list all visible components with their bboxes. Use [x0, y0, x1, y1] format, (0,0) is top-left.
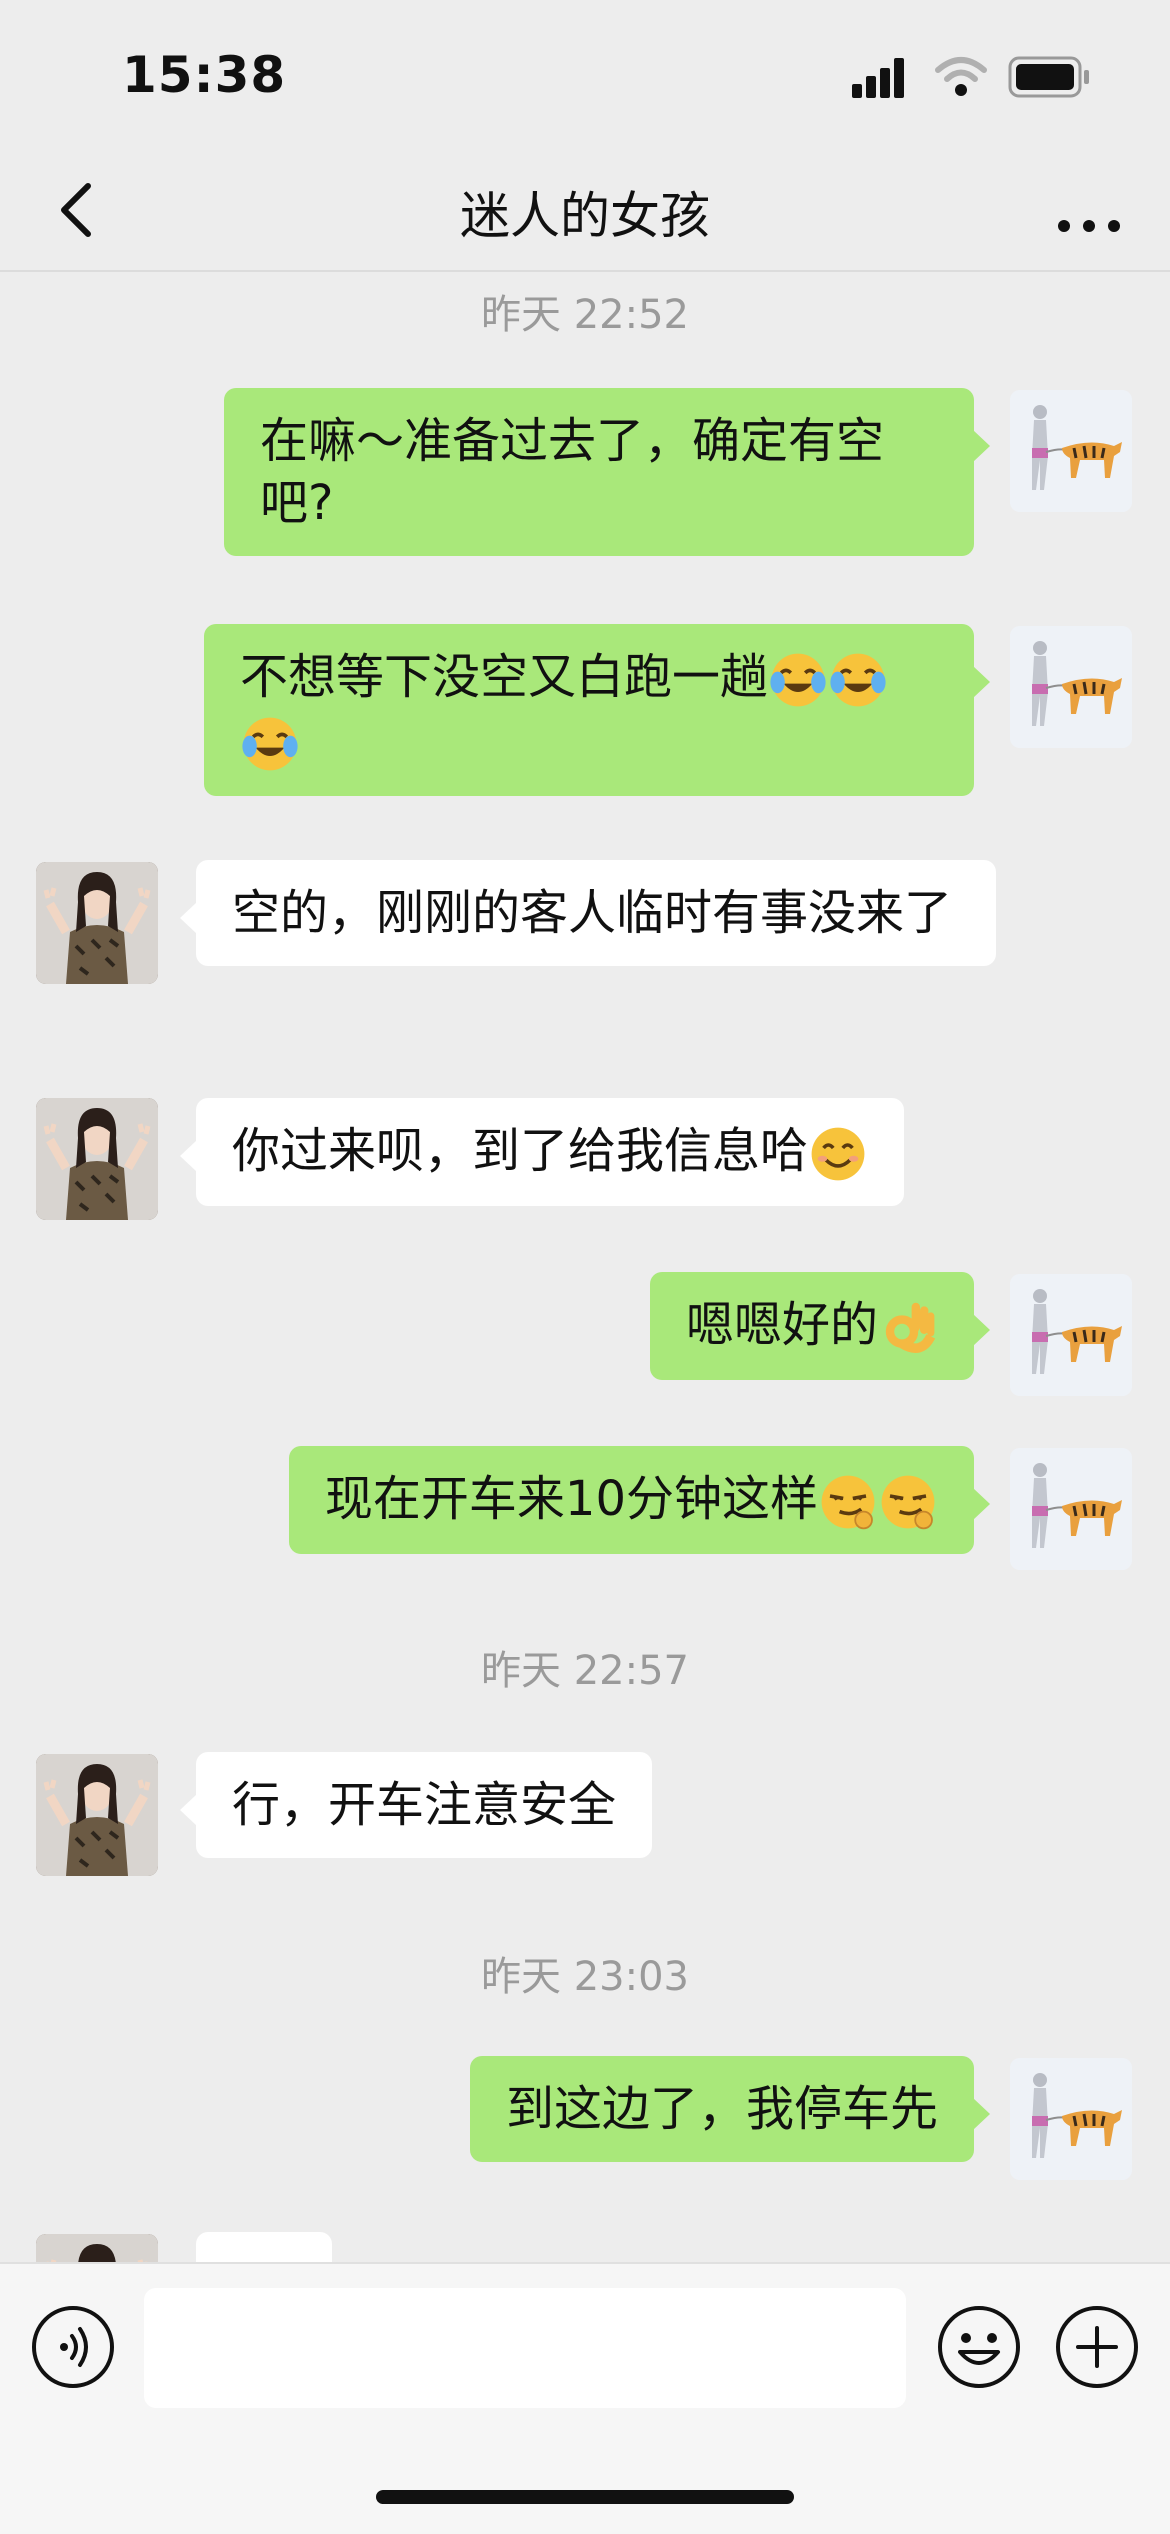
- message-bubble-sent[interactable]: 到这边了，我停车先: [469, 2056, 991, 2162]
- battery-icon: [1008, 56, 1089, 98]
- timestamp: 昨天 22:57: [481, 1648, 689, 1694]
- message-bubble-received[interactable]: 你过来呗，到了给我信息哈: [179, 1098, 905, 1206]
- chat-header: 迷人的女孩: [0, 150, 1170, 272]
- crying-laughing-emoji: [828, 650, 888, 710]
- message-text: 在嘛～准备过去了，确定有空吧?: [260, 413, 885, 531]
- crying-laughing-emoji: [768, 650, 828, 710]
- contact-avatar[interactable]: [36, 862, 158, 984]
- smirk-emoji: [818, 1472, 878, 1532]
- ok-hand-emoji: [878, 1298, 938, 1358]
- message-bubble-received[interactable]: 空的，刚刚的客人临时有事没来了: [180, 860, 996, 966]
- crying-laughing-emoji: [240, 714, 300, 774]
- message-text: 现在开车来10分钟这样: [324, 1471, 818, 1527]
- status-time: 15:38: [122, 46, 287, 104]
- signal-bars-icon: [852, 58, 904, 98]
- chat-title: 迷人的女孩: [460, 187, 710, 245]
- my-avatar[interactable]: [1010, 1274, 1132, 1396]
- contact-avatar[interactable]: [36, 1754, 158, 1876]
- message-bubble-sent[interactable]: 现在开车来10分钟这样: [288, 1446, 991, 1554]
- message-text: 不想等下没空又白跑一趟: [240, 649, 769, 705]
- smiling-face-emoji: [808, 1124, 868, 1184]
- wifi-icon: [935, 57, 987, 96]
- message-bubble-sent[interactable]: 在嘛～准备过去了，确定有空吧?: [224, 388, 990, 556]
- message-text: 你过来呗，到了给我信息哈: [232, 1123, 809, 1179]
- smirk-emoji: [878, 1472, 938, 1532]
- my-avatar[interactable]: [1010, 2058, 1132, 2180]
- timestamp: 昨天 22:52: [481, 292, 689, 338]
- message-bubble-received[interactable]: 行，开车注意安全: [179, 1752, 653, 1858]
- my-avatar[interactable]: [1010, 390, 1132, 512]
- more-button[interactable]: [1044, 170, 1134, 250]
- message-text: 行，开车注意安全: [232, 1777, 617, 1833]
- message-text: 嗯嗯好的: [685, 1297, 878, 1353]
- my-avatar[interactable]: [1010, 626, 1132, 748]
- plus-button[interactable]: [1054, 2304, 1140, 2390]
- message-list[interactable]: 昨天 22:52 在嘛～准备过去了，确定有空吧? 不想等下没空又白跑一趟 空的，…: [0, 272, 1170, 2262]
- voice-button[interactable]: [30, 2304, 116, 2390]
- status-bar: 15:38: [0, 0, 1170, 150]
- message-text: 空的，刚刚的客人临时有事没来了: [232, 885, 953, 941]
- contact-avatar[interactable]: [36, 1098, 158, 1220]
- message-input[interactable]: [144, 2288, 906, 2408]
- contact-avatar[interactable]: [36, 2234, 158, 2262]
- message-text: 到这边了，我停车先: [505, 2081, 938, 2137]
- my-avatar[interactable]: [1010, 1448, 1132, 1570]
- message-bubble-sent[interactable]: 不想等下没空又白跑一趟: [204, 624, 990, 796]
- home-indicator[interactable]: [376, 2490, 794, 2504]
- message-bubble-received[interactable]: [196, 2232, 332, 2262]
- emoji-button[interactable]: [936, 2304, 1022, 2390]
- message-bubble-sent[interactable]: 嗯嗯好的: [649, 1272, 991, 1380]
- timestamp: 昨天 23:03: [481, 1954, 689, 2000]
